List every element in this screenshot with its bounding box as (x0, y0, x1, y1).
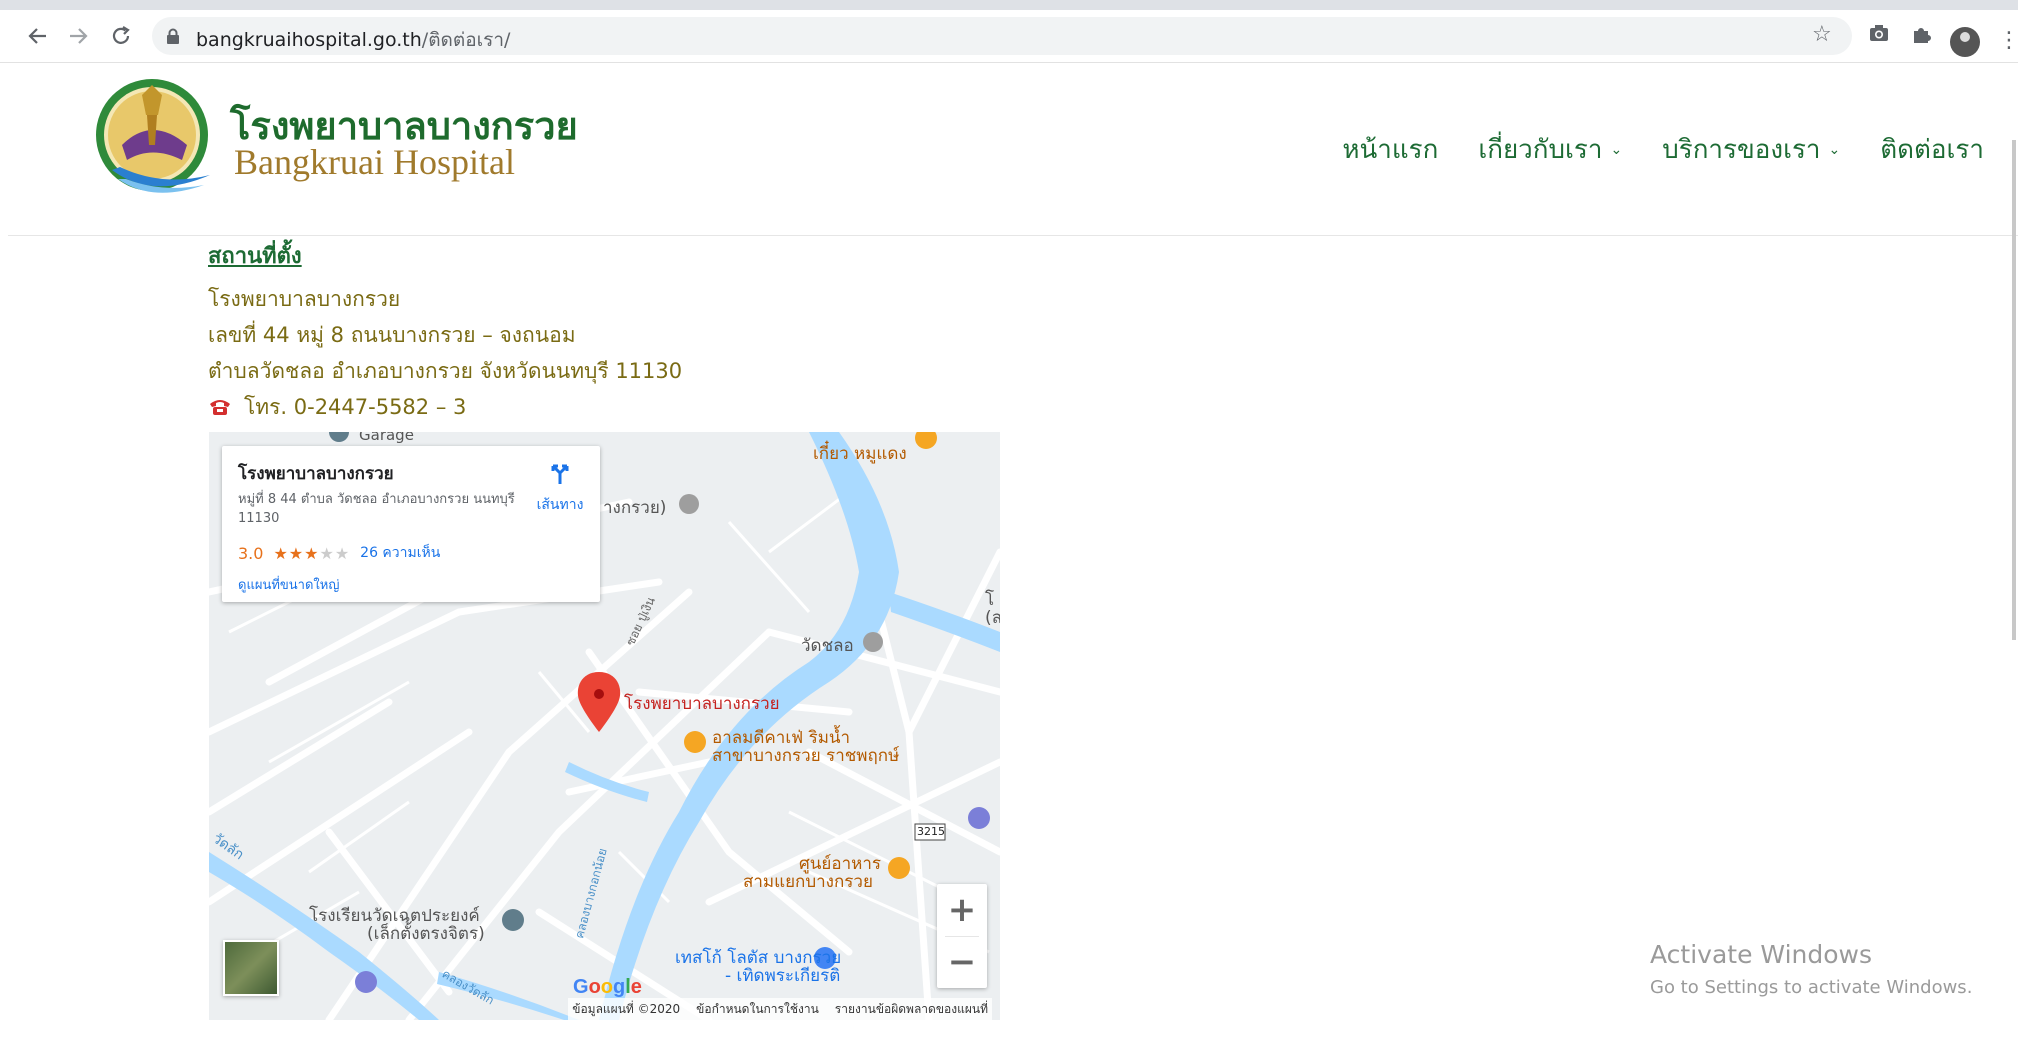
map-label-food-center-line2[interactable]: สามแยกบางกรวย (743, 868, 873, 895)
address-line-district: ตำบลวัดชลอ อำเภอบางกรวย จังหวัดนนทบุรี 1… (208, 359, 683, 383)
bookmark-star-icon[interactable]: ☆ (1812, 22, 1832, 47)
nav-label: บริการของเรา (1662, 135, 1821, 165)
page-scrollbar[interactable] (2012, 140, 2016, 640)
map-label-temple-top[interactable]: างกรวย) (603, 494, 666, 521)
place-rating: 3.0 ★★★★★ 26 ความเห็น (238, 542, 440, 564)
chevron-down-icon: ⌄ (1610, 141, 1623, 158)
terms-of-use-link[interactable]: ข้อกำหนดในการใช้งาน (696, 1000, 819, 1019)
google-letter: e (630, 976, 642, 998)
zoom-out-button[interactable]: − (937, 936, 987, 988)
nav-label: เกี่ยวกับเรา (1478, 135, 1603, 165)
phone-line: โทร. 0-2447-5582 – 3 (208, 389, 682, 425)
browser-toolbar: bangkruaihospital.go.th/ติดต่อเรา/ ☆ ⋮ (0, 10, 2018, 63)
stars-filled: ★★★ (273, 543, 320, 563)
url-text: bangkruaihospital.go.th/ติดต่อเรา/ (196, 25, 510, 55)
profile-avatar[interactable] (1950, 27, 1980, 57)
brand-name-english[interactable]: Bangkruai Hospital (234, 141, 515, 183)
google-logo: Google (573, 976, 642, 999)
browser-menu-icon[interactable]: ⋮ (1998, 28, 2018, 53)
directions-button[interactable]: เส้นทาง (532, 460, 588, 516)
stars-empty: ★★ (319, 543, 351, 563)
view-larger-map-link[interactable]: ดูแผนที่ขนาดใหญ่ (238, 574, 339, 595)
location-heading: สถานที่ตั้ง (208, 244, 302, 269)
site-header: โรงพยาบาลบางกรวย Bangkruai Hospital หน้า… (8, 63, 2018, 236)
map-label-school-line2[interactable]: (เล็กตั้งตรงจิตร) (367, 920, 485, 947)
chevron-down-icon: ⌄ (1828, 141, 1841, 158)
embedded-map[interactable]: โรงพยาบาลบางกรวย วัดชลอ อาลมดีคาเฟ่ ริมน… (209, 432, 1000, 1020)
forward-icon[interactable] (64, 21, 94, 51)
map-label-hospital[interactable]: โรงพยาบาลบางกรวย (624, 690, 780, 717)
map-label-wat-chalo[interactable]: วัดชลอ (801, 632, 854, 659)
google-letter: g (613, 976, 626, 998)
watermark-subtitle: Go to Settings to activate Windows. (1650, 977, 1973, 998)
map-label-garage[interactable]: Garage (359, 432, 414, 444)
telephone-icon (210, 400, 230, 415)
extensions-puzzle-icon[interactable] (1910, 23, 1932, 49)
address-line-name: โรงพยาบาลบางกรวย (208, 287, 401, 311)
watermark-title: Activate Windows (1650, 940, 1872, 969)
nav-label: ติดต่อเรา (1880, 135, 1984, 165)
window-top-strip (0, 0, 2018, 10)
google-letter: o (588, 976, 601, 998)
rating-stars-icon: ★★★★★ (273, 544, 350, 563)
report-map-error-link[interactable]: รายงานข้อผิดพลาดของแผนที่ (835, 1000, 988, 1019)
map-label-road-3215: 3215 (917, 825, 945, 838)
activate-windows-watermark: Activate Windows Go to Settings to activ… (1650, 940, 1972, 998)
google-letter: o (600, 976, 613, 998)
reload-icon[interactable] (106, 21, 136, 51)
directions-icon (551, 464, 569, 484)
satellite-toggle-button[interactable] (223, 940, 279, 996)
url-path: /ติดต่อเรา/ (421, 29, 511, 51)
address-bar[interactable]: bangkruaihospital.go.th/ติดต่อเรา/ ☆ (152, 17, 1852, 55)
place-info-card: โรงพยาบาลบางกรวย หมู่ที่ 8 44 ตำบล วัดชล… (222, 446, 600, 602)
zoom-controls: + − (937, 884, 987, 988)
place-name: โรงพยาบาลบางกรวย (238, 464, 394, 484)
nav-item-contact[interactable]: ติดต่อเรา (1880, 129, 1984, 170)
map-data-copyright: ข้อมูลแผนที่ ©2020 (572, 1001, 681, 1016)
nav-label: หน้าแรก (1342, 135, 1439, 165)
nav-item-about[interactable]: เกี่ยวกับเรา ⌄ (1478, 129, 1622, 170)
phone-number: โทร. 0-2447-5582 – 3 (244, 395, 467, 419)
address-line-street: เลขที่ 44 หมู่ 8 ถนนบางกรวย – จงถนอม (208, 323, 576, 347)
directions-label: เส้นทาง (536, 497, 584, 513)
zoom-in-button[interactable]: + (937, 884, 987, 936)
url-domain: bangkruaihospital.go.th (196, 29, 422, 51)
hospital-logo-emblem[interactable] (92, 75, 222, 205)
rating-value: 3.0 (238, 543, 264, 563)
map-label-tesco-line2[interactable]: - เทิดพระเกียรติ (725, 962, 840, 989)
contact-section: สถานที่ตั้ง โรงพยาบาลบางกรวย เลขที่ 44 ห… (208, 238, 682, 425)
map-label-noodle[interactable]: เกี๋ยว หมูแดง (813, 440, 907, 467)
back-icon[interactable] (22, 21, 52, 51)
map-label-right-edge-2: (ล (985, 608, 1000, 628)
place-address: หมู่ที่ 8 44 ตำบล วัดชลอ อำเภอบางกรวย นน… (238, 492, 515, 526)
map-attribution-bar: ข้อมูลแผนที่ ©2020 ข้อกำหนดในการใช้งาน ร… (568, 998, 992, 1020)
map-label-cafe-line2[interactable]: สาขาบางกรวย ราชพฤกษ์ (712, 742, 899, 769)
nav-item-home[interactable]: หน้าแรก (1342, 129, 1438, 170)
camera-icon[interactable] (1868, 23, 1890, 47)
lock-icon (166, 28, 180, 48)
nav-item-services[interactable]: บริการของเรา ⌄ (1662, 129, 1840, 170)
reviews-link[interactable]: 26 ความเห็น (360, 542, 440, 564)
main-navigation: หน้าแรก เกี่ยวกับเรา ⌄ บริการของเรา ⌄ ติดต… (1342, 129, 1984, 170)
zoom-divider (945, 936, 979, 937)
google-letter: G (573, 976, 589, 998)
